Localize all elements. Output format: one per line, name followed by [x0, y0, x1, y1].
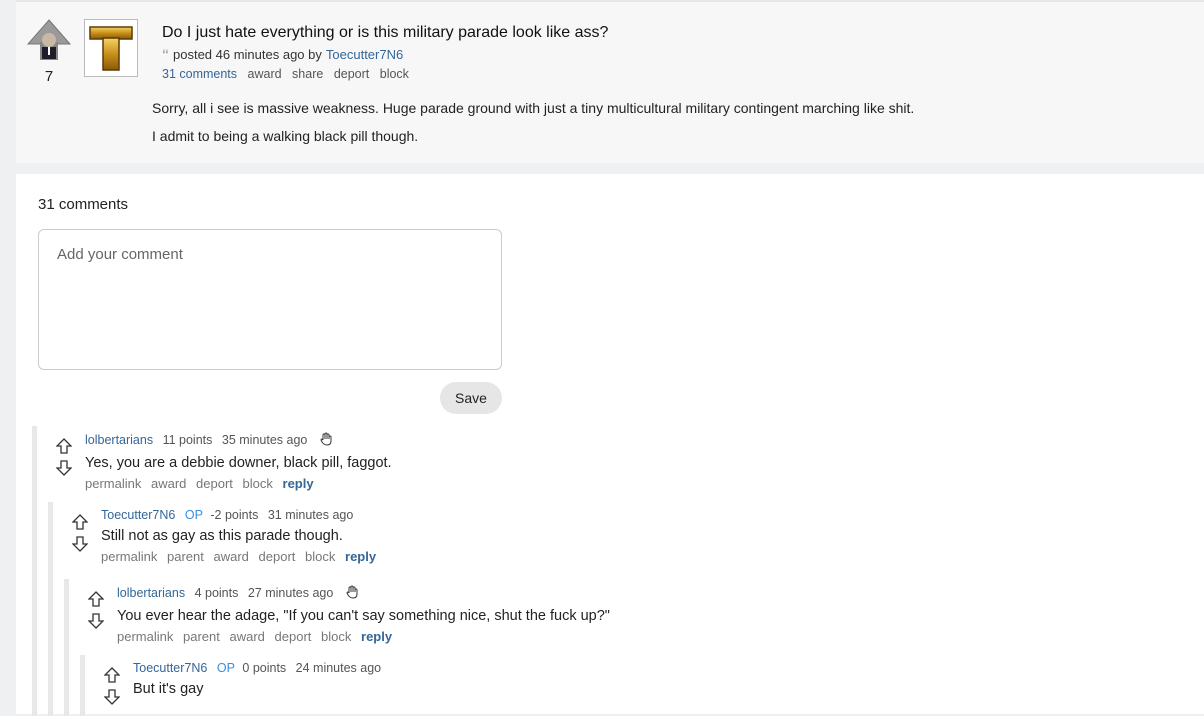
downvote-arrow-icon[interactable] [56, 460, 72, 476]
comment-time: 24 minutes ago [295, 661, 382, 675]
post-thumbnail[interactable] [84, 19, 138, 77]
quote-icon: “ [162, 46, 169, 62]
comment-actions: permalink award deport block reply [85, 476, 685, 491]
downvote-arrow-icon[interactable] [72, 536, 88, 552]
comment-votes [88, 591, 104, 629]
op-badge: OP [184, 508, 203, 522]
upvote-arrow-icon[interactable] [72, 514, 88, 530]
comment-input[interactable] [55, 244, 489, 358]
parent-link[interactable]: parent [183, 629, 220, 644]
thread-line[interactable] [32, 426, 37, 716]
upvote-arrow-icon[interactable] [88, 591, 104, 607]
block-link[interactable]: block [321, 629, 351, 644]
comments-count: 31 comments [38, 196, 129, 213]
upvote-arrow-icon[interactable] [56, 438, 72, 454]
hand-icon[interactable] [345, 585, 359, 602]
save-button[interactable]: Save [440, 382, 502, 414]
upvote-icon[interactable] [26, 18, 72, 62]
post-author-link[interactable]: Toecutter7N6 [326, 47, 403, 62]
comment-body: lolbertarians 11 points 35 minutes ago Y… [85, 432, 685, 491]
award-link[interactable]: award [213, 549, 248, 564]
comment-header: lolbertarians 11 points 35 minutes ago [85, 432, 685, 449]
posted-text: posted 46 minutes ago by [173, 46, 322, 62]
comment-author[interactable]: Toecutter7N6 [101, 508, 175, 522]
thread-line[interactable] [64, 579, 69, 716]
post-card: 7 Do I just hate everything or is this m… [16, 0, 1204, 163]
post-header: Do I just hate everything or is this mil… [162, 24, 608, 81]
comment-points: 11 points [162, 432, 213, 447]
thread-line[interactable] [48, 502, 53, 716]
thread-line[interactable] [80, 655, 85, 716]
comment-header: Toecutter7N6 OP -2 points 31 minutes ago [101, 508, 701, 522]
comments-link[interactable]: 31 comments [162, 67, 237, 81]
comment-time: 27 minutes ago [247, 585, 334, 600]
comment-header: lolbertarians 4 points 27 minutes ago [117, 585, 757, 602]
comment-author[interactable]: Toecutter7N6 [133, 661, 207, 675]
permalink-link[interactable]: permalink [101, 549, 157, 564]
comment-points: -2 points [210, 508, 259, 522]
reply-link[interactable]: reply [283, 476, 314, 491]
comment-body: lolbertarians 4 points 27 minutes ago Yo… [117, 585, 757, 644]
comment-actions: permalink parent award deport block repl… [101, 549, 701, 564]
comment-votes [72, 514, 88, 552]
downvote-arrow-icon[interactable] [104, 689, 120, 705]
award-link[interactable]: award [248, 67, 282, 81]
deport-link[interactable]: deport [196, 476, 233, 491]
comment-author[interactable]: lolbertarians [85, 433, 153, 447]
upvote-arrow-icon[interactable] [104, 667, 120, 683]
comment-box [38, 229, 502, 370]
post-score: 7 [44, 68, 54, 85]
deport-link[interactable]: deport [334, 67, 369, 81]
post-title[interactable]: Do I just hate everything or is this mil… [162, 24, 608, 42]
award-link[interactable]: award [229, 629, 264, 644]
comment-votes [104, 667, 120, 705]
reply-link[interactable]: reply [361, 629, 392, 644]
post-body: Sorry, all i see is massive weakness. Hu… [152, 100, 914, 156]
hand-icon[interactable] [319, 432, 333, 449]
op-badge: OP [216, 661, 235, 675]
deport-link[interactable]: deport [259, 549, 296, 564]
block-link[interactable]: block [305, 549, 335, 564]
comment-text: But it's gay [133, 681, 204, 697]
parent-link[interactable]: parent [167, 549, 204, 564]
permalink-link[interactable]: permalink [85, 476, 141, 491]
downvote-arrow-icon[interactable] [88, 613, 104, 629]
comment-author[interactable]: lolbertarians [117, 586, 185, 600]
gold-t-logo-icon [89, 26, 133, 71]
comment-points: 0 points [242, 661, 287, 675]
comment-time: 31 minutes ago [267, 508, 354, 522]
award-link[interactable]: award [151, 476, 186, 491]
share-link[interactable]: share [292, 67, 323, 81]
post-body-paragraph: I admit to being a walking black pill th… [152, 128, 419, 144]
comment-text: You ever hear the adage, "If you can't s… [117, 608, 610, 624]
comments-card: 31 comments Save lolbertarians 11 points… [16, 174, 1204, 716]
comment-text: Still not as gay as this parade though. [101, 528, 343, 544]
comment-text: Yes, you are a debbie downer, black pill… [85, 455, 392, 471]
comment-body: Toecutter7N6 OP -2 points 31 minutes ago… [101, 508, 701, 564]
block-link[interactable]: block [380, 67, 409, 81]
comment-header: Toecutter7N6 OP 0 points 24 minutes ago [133, 661, 733, 675]
reply-link[interactable]: reply [345, 549, 376, 564]
permalink-link[interactable]: permalink [117, 629, 173, 644]
post-vote-column: 7 [26, 18, 72, 85]
comment-votes [56, 438, 72, 476]
post-body-paragraph: Sorry, all i see is massive weakness. Hu… [152, 100, 915, 116]
comment-points: 4 points [194, 585, 239, 600]
block-link[interactable]: block [243, 476, 273, 491]
comment-actions: permalink parent award deport block repl… [117, 629, 757, 644]
comment-body: Toecutter7N6 OP 0 points 24 minutes ago … [133, 661, 733, 697]
post-actions: 31 comments award share deport block [162, 67, 608, 81]
post-meta: “ posted 46 minutes ago by Toecutter7N6 [162, 46, 608, 62]
comment-time: 35 minutes ago [221, 432, 308, 447]
deport-link[interactable]: deport [275, 629, 312, 644]
